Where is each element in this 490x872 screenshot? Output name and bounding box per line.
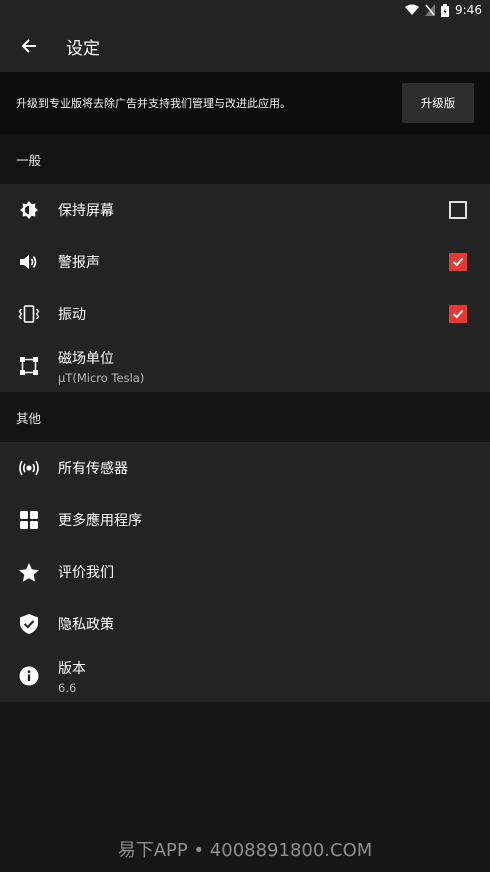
- magnetic-unit-label: 磁场单位: [58, 350, 114, 367]
- wifi-icon: [405, 4, 420, 15]
- back-button[interactable]: [0, 20, 58, 72]
- all-sensors-label: 所有传感器: [58, 461, 128, 477]
- promo-banner: 升级到专业版将去除广告并支持我们管理与改进此应用。 升级版: [0, 72, 490, 134]
- alarm-sound-checkbox[interactable]: [449, 253, 467, 271]
- vector-square-icon: [0, 356, 58, 376]
- promo-text: 升级到专业版将去除广告并支持我们管理与改进此应用。: [16, 97, 291, 110]
- version-row[interactable]: 版本 6.6: [0, 650, 490, 702]
- alarm-sound-row[interactable]: 警报声: [0, 236, 490, 288]
- page-title: 设定: [66, 38, 100, 59]
- more-apps-row[interactable]: 更多應用程序: [0, 494, 490, 546]
- battery-icon: [441, 3, 450, 17]
- alarm-sound-label: 警报声: [58, 255, 100, 271]
- watermark: 易下APP • 4008891800.COM: [117, 840, 373, 861]
- vibration-checkbox[interactable]: [449, 305, 467, 323]
- privacy-policy-row[interactable]: 隐私政策: [0, 598, 490, 650]
- check-icon: [452, 309, 464, 319]
- version-value: 6.6: [58, 680, 77, 695]
- section-header-other: 其他: [0, 392, 490, 442]
- magnetic-unit-row[interactable]: 磁场单位 µT(Micro Tesla): [0, 340, 490, 392]
- rate-us-label: 评价我们: [58, 565, 114, 581]
- upgrade-button[interactable]: 升级版: [402, 83, 474, 123]
- magnetic-unit-value: µT(Micro Tesla): [58, 370, 145, 385]
- all-sensors-row[interactable]: 所有传感器: [0, 442, 490, 494]
- vibration-icon: [0, 304, 58, 324]
- status-bar: 9:46: [0, 0, 490, 20]
- vibration-label: 振动: [58, 307, 86, 323]
- check-icon: [452, 257, 464, 267]
- shield-check-icon: [0, 613, 58, 635]
- brightness-icon: [0, 200, 58, 220]
- status-time: 9:46: [455, 3, 482, 17]
- app-bar: 设定: [0, 20, 490, 72]
- vibration-row[interactable]: 振动: [0, 288, 490, 340]
- more-apps-label: 更多應用程序: [58, 513, 142, 529]
- arrow-back-icon: [21, 39, 36, 53]
- general-section: 保持屏幕 警报声 振动 磁场单位 µT(Micro Tesla): [0, 184, 490, 392]
- star-icon: [0, 562, 58, 583]
- broadcast-icon: [0, 458, 58, 478]
- other-section: 所有传感器 更多應用程序 评价我们 隐私政策 版本 6.6: [0, 442, 490, 702]
- keep-screen-label: 保持屏幕: [58, 203, 114, 219]
- apps-grid-icon: [0, 510, 58, 530]
- keep-screen-row[interactable]: 保持屏幕: [0, 184, 490, 236]
- info-icon: [0, 666, 58, 686]
- keep-screen-checkbox[interactable]: [449, 201, 467, 219]
- rate-us-row[interactable]: 评价我们: [0, 546, 490, 598]
- version-label: 版本: [58, 660, 86, 677]
- privacy-policy-label: 隐私政策: [58, 617, 114, 633]
- section-header-general: 一般: [0, 134, 490, 184]
- no-signal-icon: [425, 4, 436, 16]
- volume-icon: [0, 253, 58, 271]
